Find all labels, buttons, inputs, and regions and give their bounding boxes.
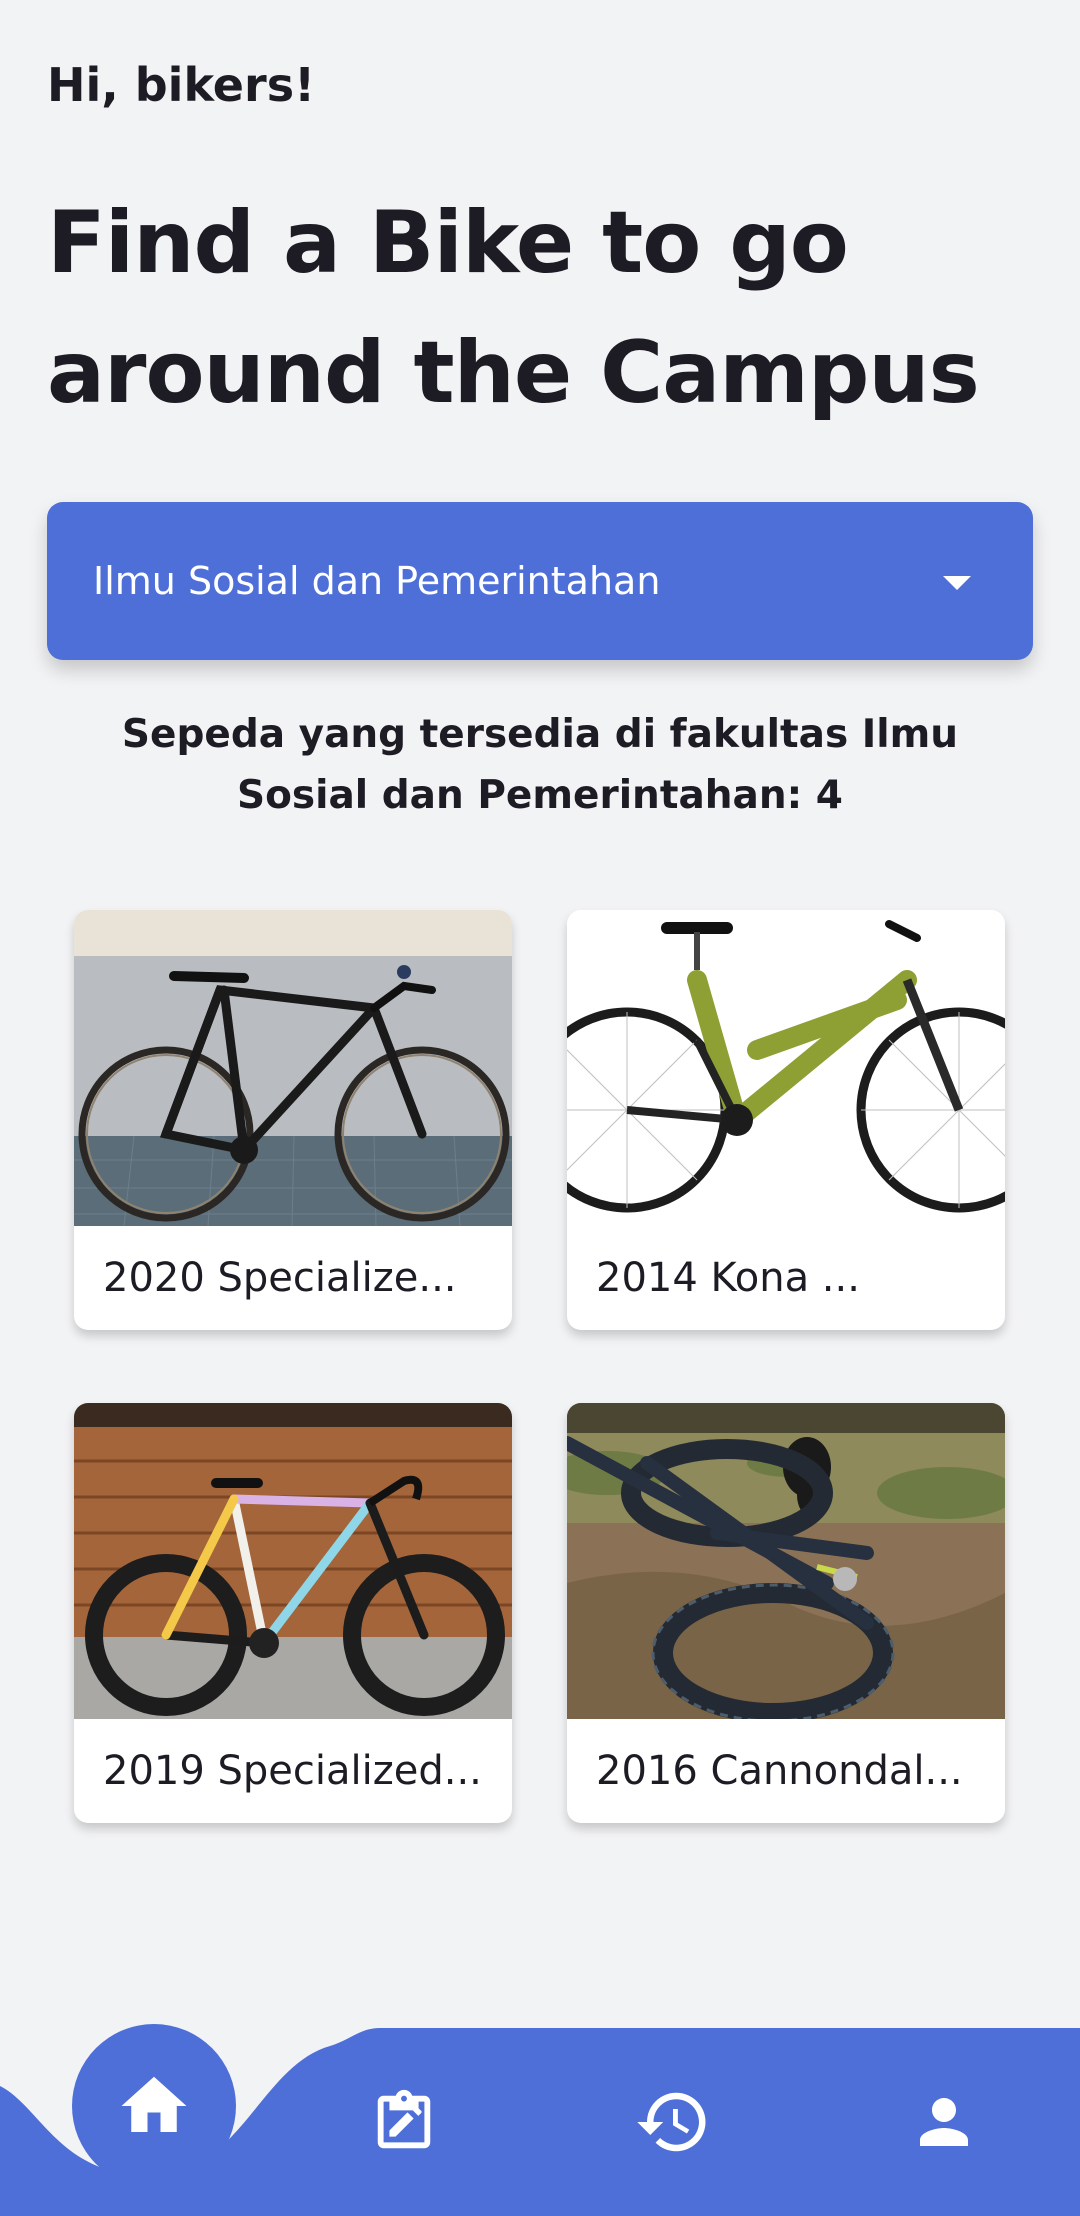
bike-name: 2014 Kona ... [596, 1255, 860, 1301]
bike-photo [74, 910, 512, 1226]
bike-card[interactable]: 2020 Specialize... [74, 910, 512, 1330]
nav-item-history[interactable] [613, 2062, 733, 2182]
bike-photo [74, 1403, 512, 1719]
page-title: Find a Bike to go around the Campus [47, 193, 980, 423]
bike-card[interactable]: 2019 Specialized... [74, 1403, 512, 1823]
person-icon [920, 2098, 968, 2146]
chevron-down-icon [943, 576, 971, 590]
bike-name: 2020 Specialize... [103, 1255, 457, 1301]
bike-card[interactable]: 2014 Kona ... [567, 910, 1005, 1330]
bike-photo [567, 1403, 1005, 1719]
nav-item-rentals[interactable] [344, 2062, 464, 2182]
history-icon [637, 2092, 706, 2152]
bike-photo [567, 910, 1005, 1226]
bike-name: 2019 Specialized... [103, 1748, 482, 1794]
home-icon [121, 2076, 187, 2132]
available-bikes-count: Sepeda yang tersedia di fakultas Ilmu So… [121, 712, 959, 818]
faculty-dropdown[interactable]: Ilmu Sosial dan Pemerintahan [47, 502, 1033, 660]
faculty-dropdown-value: Ilmu Sosial dan Pemerintahan [93, 559, 661, 603]
bike-name: 2016 Cannondal... [596, 1748, 963, 1794]
greeting-text: Hi, bikers! [47, 58, 316, 112]
clipboard-edit-icon [377, 2089, 431, 2149]
bike-card[interactable]: 2016 Cannondal... [567, 1403, 1005, 1823]
nav-item-home[interactable] [72, 2024, 236, 2188]
nav-item-profile[interactable] [884, 2062, 1004, 2182]
